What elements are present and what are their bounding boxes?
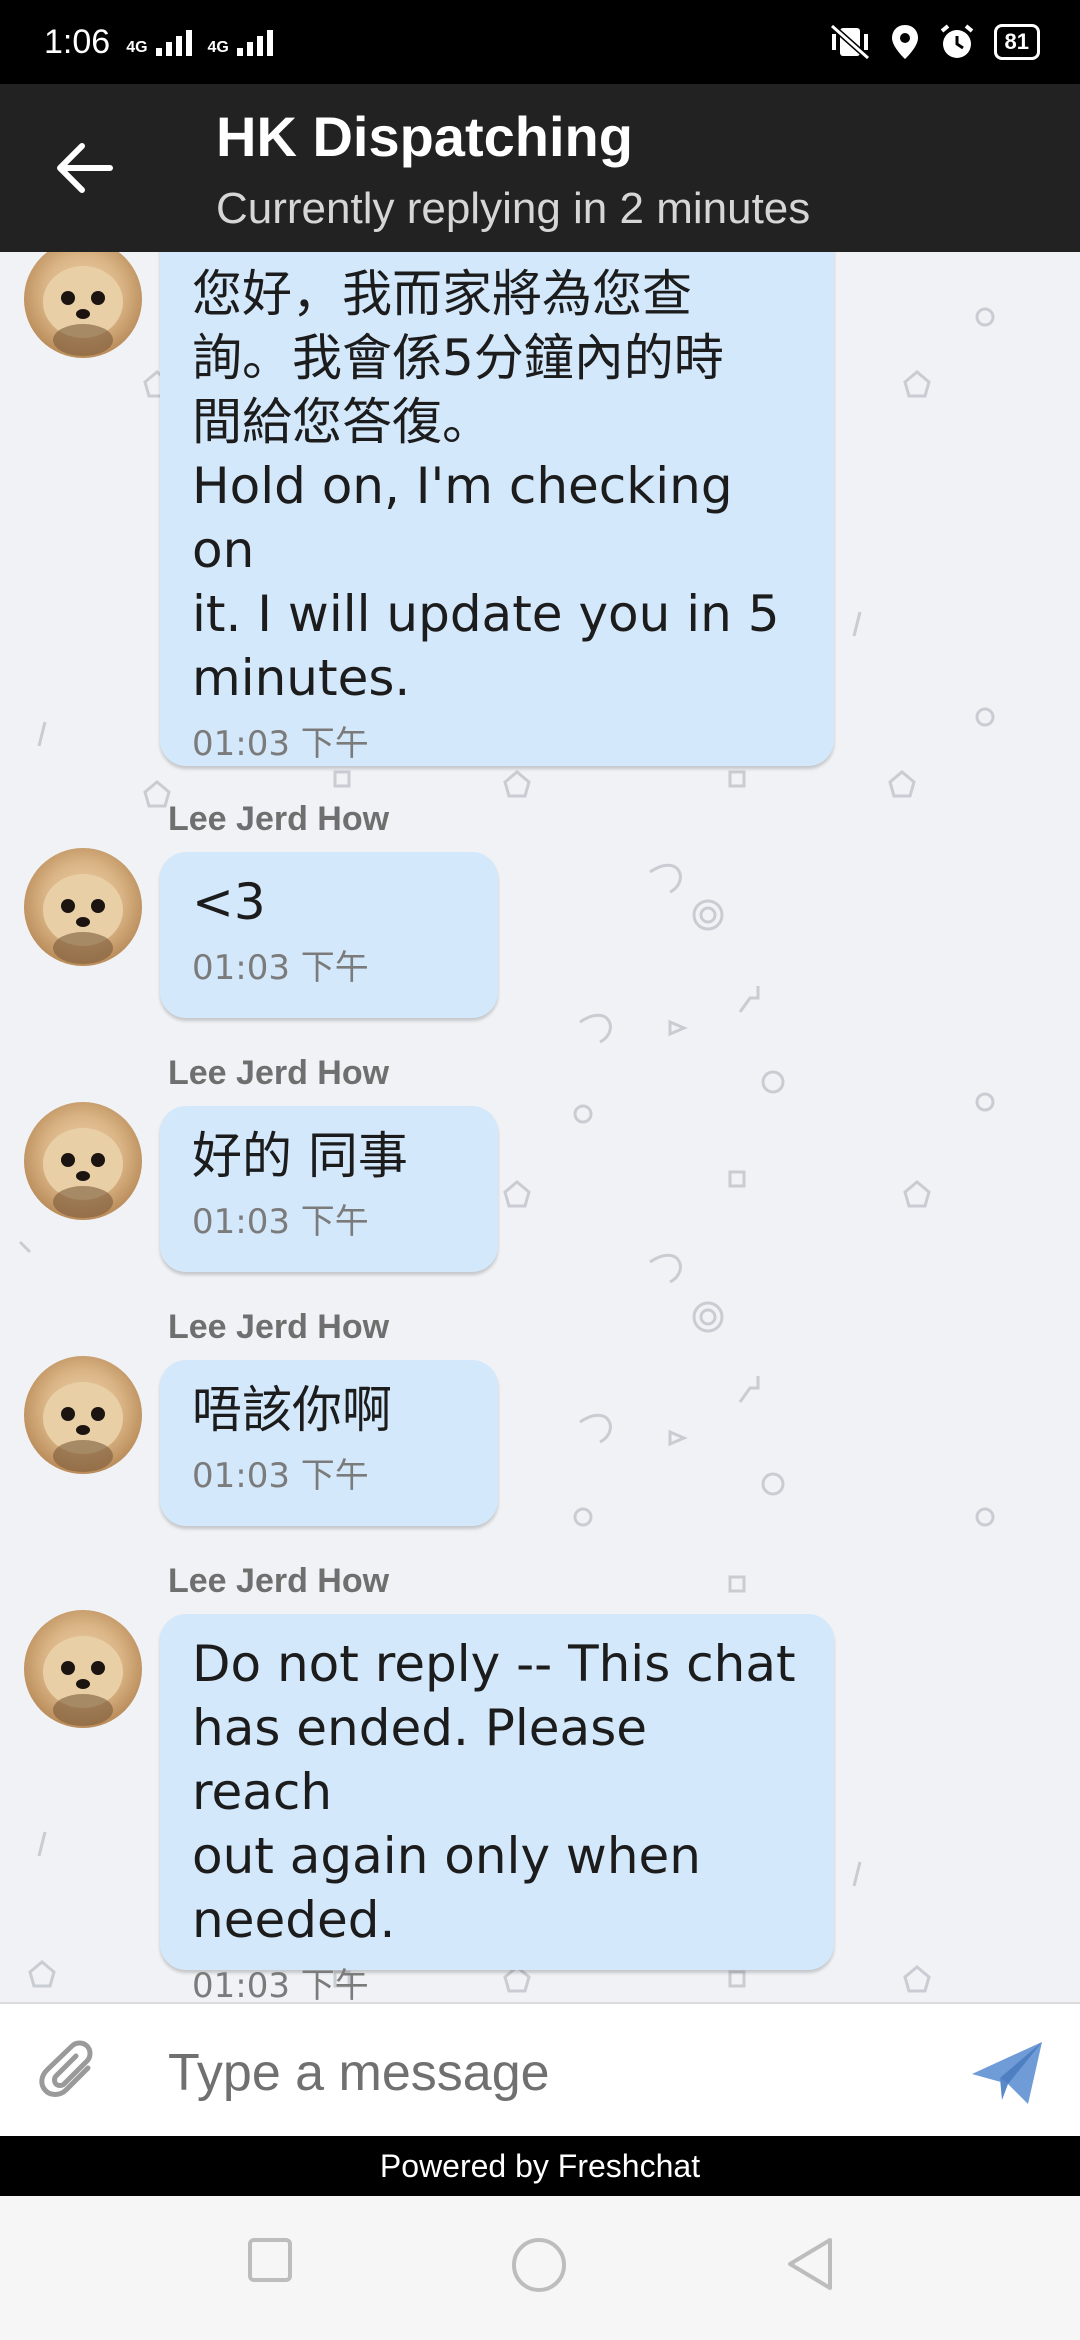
status-right: 81 [828,22,1040,62]
send-icon[interactable] [970,2038,1044,2108]
chat-header: HK Dispatching Currently replying in 2 m… [0,84,1080,252]
sender-name: Lee Jerd How [168,1054,390,1092]
message-text: 好的 同事 [192,1127,408,1185]
message-text: 唔該你啊 [192,1381,392,1439]
battery-level: 81 [993,24,1040,60]
status-bar: 1:06 4G 4G 81 [0,0,1080,84]
message-bubble[interactable]: Do not reply -- This chat has ended. Ple… [160,1614,834,2002]
powered-by-footer: Powered by Freshchat [0,2136,1080,2196]
agent-avatar [24,1356,142,1474]
message-time: 01:03 下午 [192,1202,369,1242]
reply-time-subtitle: Currently replying in 2 minutes [216,184,811,233]
message-composer [0,2002,1080,2136]
chat-messages-area[interactable]: 您好，我而家將為您查 詢。我會係5分鐘內的時 間給您答復。 Hold on, I… [0,252,1080,2002]
attachment-icon[interactable] [36,2038,106,2108]
sender-name: Lee Jerd How [168,1308,390,1346]
network-type-2: 4G [207,39,229,56]
sender-name: Lee Jerd How [168,800,390,838]
network-type-1: 4G [126,39,148,56]
message-bubble[interactable]: <3 01:03 下午 [160,852,498,1018]
chat-title: HK Dispatching [216,105,633,168]
signal-2: 4G [208,28,273,56]
message-input[interactable] [166,2032,930,2114]
dog-face-icon [43,874,123,964]
message-bubble[interactable]: 唔該你啊 01:03 下午 [160,1360,498,1526]
dog-face-icon [43,1636,123,1726]
location-icon [891,25,918,59]
alarm-icon [940,24,973,58]
message-time: 01:03 下午 [192,948,369,988]
agent-avatar [24,1102,142,1220]
recent-apps-icon[interactable] [246,2236,296,2286]
message-text: 您好，我而家將為您查 詢。我會係5分鐘內的時 間給您答復。 Hold on, I… [192,265,780,707]
signal-bars-icon [236,28,273,56]
dog-face-icon [43,1382,123,1472]
message-time: 01:03 下午 [192,1456,369,1496]
home-icon[interactable] [510,2236,568,2294]
dog-face-icon [43,1128,123,1218]
message-text: <3 [192,873,266,931]
powered-by-text: Powered by Freshchat [379,2147,701,2184]
sender-name: Lee Jerd How [168,1562,390,1600]
message-time: 01:03 下午 [192,724,369,764]
message-bubble[interactable]: 好的 同事 01:03 下午 [160,1106,498,1272]
message-bubble[interactable]: 您好，我而家將為您查 詢。我會係5分鐘內的時 間給您答復。 Hold on, I… [160,252,834,766]
back-arrow-icon[interactable] [52,140,116,196]
back-nav-icon[interactable] [784,2236,836,2292]
agent-avatar [24,848,142,966]
agent-avatar [24,1610,142,1728]
message-time: 01:03 下午 [192,1966,369,2002]
vibrate-off-icon [829,23,870,61]
message-text: Do not reply -- This chat has ended. Ple… [192,1635,796,1949]
status-time: 1:06 [44,22,111,61]
status-left: 1:06 4G 4G [44,23,273,62]
system-navigation-bar [0,2196,1080,2340]
signal-1: 4G [126,28,192,56]
signal-bars-icon [155,28,192,56]
